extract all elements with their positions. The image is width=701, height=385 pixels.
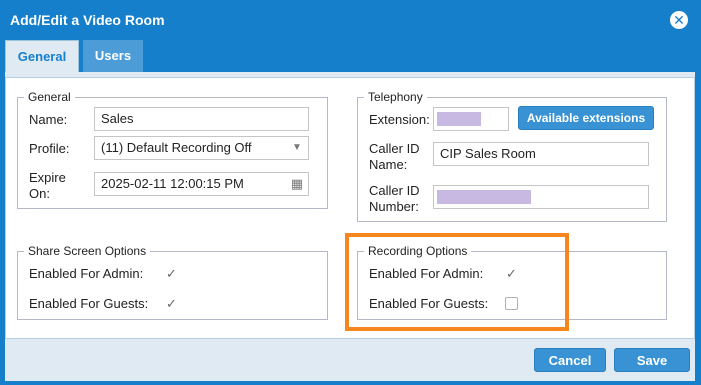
caller-id-number-input[interactable] bbox=[433, 185, 649, 209]
general-legend: General bbox=[28, 90, 71, 104]
expire-label-line2: On: bbox=[29, 186, 50, 201]
chevron-down-icon[interactable]: ▼ bbox=[286, 137, 308, 159]
redacted-caller-id-number bbox=[437, 190, 531, 204]
profile-label: Profile: bbox=[29, 141, 70, 156]
extension-input[interactable] bbox=[433, 107, 509, 131]
share-guests-checkbox[interactable]: ✓ bbox=[165, 297, 178, 310]
video-room-dialog: Add/Edit a Video Room ✕ General Users Ge… bbox=[0, 0, 701, 385]
tab-bar: General Users bbox=[5, 40, 695, 72]
recording-options-highlight bbox=[345, 233, 569, 331]
calendar-icon[interactable]: ▦ bbox=[286, 173, 308, 195]
caller-id-name-input[interactable]: CIP Sales Room bbox=[433, 142, 649, 166]
caller-id-number-label-line2: Number: bbox=[369, 199, 419, 214]
expire-datetime-input[interactable]: 2025-02-11 12:00:15 PM ▦ bbox=[94, 172, 309, 196]
close-icon[interactable]: ✕ bbox=[670, 11, 688, 29]
extension-label: Extension: bbox=[369, 112, 430, 127]
available-extensions-button[interactable]: Available extensions bbox=[518, 106, 654, 130]
save-button[interactable]: Save bbox=[614, 348, 690, 372]
telephony-legend: Telephony bbox=[368, 90, 423, 104]
tab-users[interactable]: Users bbox=[83, 40, 143, 72]
dialog-title: Add/Edit a Video Room bbox=[10, 12, 165, 28]
redacted-extension bbox=[437, 112, 481, 126]
share-admin-label: Enabled For Admin: bbox=[29, 266, 144, 281]
dialog-footer: Cancel Save bbox=[5, 339, 695, 381]
share-admin-checkbox[interactable]: ✓ bbox=[165, 267, 178, 280]
expire-label-line1: Expire bbox=[29, 170, 66, 185]
caller-id-number-label-line1: Caller ID bbox=[369, 183, 420, 198]
expire-value: 2025-02-11 12:00:15 PM bbox=[101, 176, 244, 191]
caller-id-name-label-line2: Name: bbox=[369, 157, 408, 172]
share-screen-legend: Share Screen Options bbox=[28, 244, 147, 258]
profile-select[interactable]: (11) Default Recording Off ▼ bbox=[94, 136, 309, 160]
share-guests-label: Enabled For Guests: bbox=[29, 296, 149, 311]
cancel-button[interactable]: Cancel bbox=[534, 348, 606, 372]
name-label: Name: bbox=[29, 112, 68, 127]
profile-value: (11) Default Recording Off bbox=[101, 140, 252, 155]
dialog-titlebar: Add/Edit a Video Room ✕ bbox=[0, 0, 701, 40]
tab-general[interactable]: General bbox=[5, 40, 79, 72]
caller-id-name-label-line1: Caller ID bbox=[369, 141, 420, 156]
name-input[interactable]: Sales bbox=[94, 107, 309, 131]
